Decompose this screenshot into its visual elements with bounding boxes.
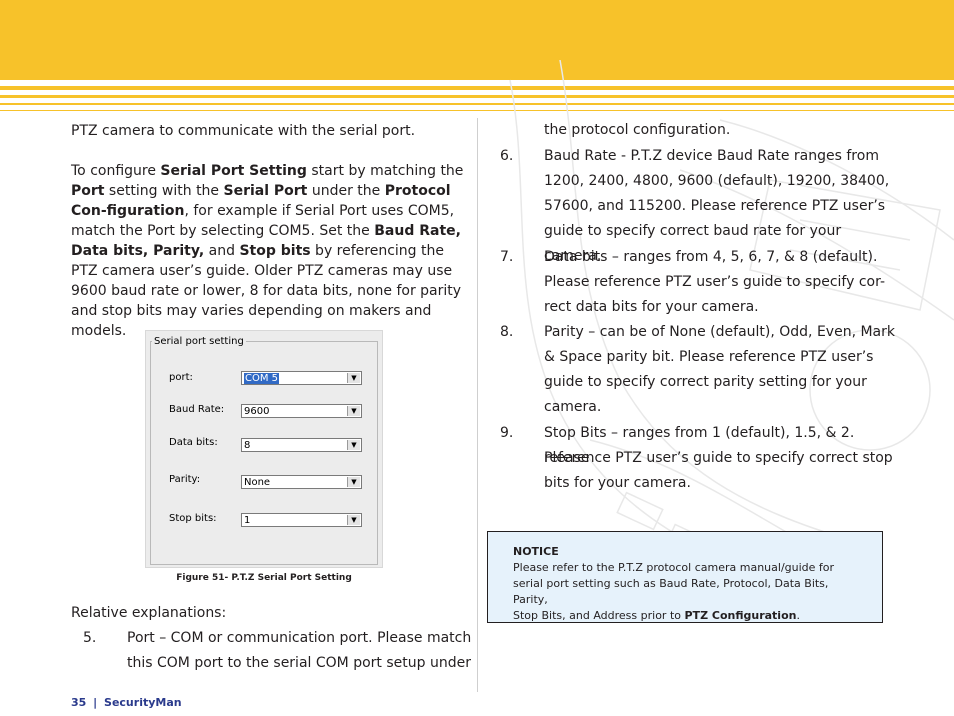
- baud-rate-select[interactable]: 9600 ▼: [241, 404, 362, 418]
- stop-bits-select[interactable]: 1 ▼: [241, 513, 362, 527]
- list-number: 6.: [500, 148, 514, 164]
- list-item: 9. Stop Bits – ranges from 1 (default), …: [500, 421, 900, 496]
- list-text-line: Data bits – ranges from 4, 5, 6, 7, & 8 …: [544, 249, 878, 265]
- chevron-down-icon[interactable]: ▼: [347, 406, 360, 416]
- port-select[interactable]: COM 5 ▼: [241, 371, 362, 385]
- data-bits-label: Data bits:: [169, 437, 218, 448]
- parity-value: None: [244, 477, 271, 488]
- list-number: 9.: [500, 425, 514, 441]
- list-text-line: guide to specify correct parity setting …: [544, 374, 867, 390]
- chevron-down-icon[interactable]: ▼: [347, 440, 360, 450]
- list-text-line: 57600, and 115200. Please reference PTZ …: [544, 198, 886, 214]
- list-text-line: bits for your camera.: [544, 475, 691, 491]
- list-text-line: camera.: [544, 399, 602, 415]
- list-number: 5.: [83, 630, 97, 646]
- list-text-line: reference PTZ user’s guide to specify co…: [544, 450, 893, 466]
- list-text-line: Parity – can be of None (default), Odd, …: [544, 324, 895, 340]
- text-run: and: [204, 243, 240, 259]
- list-item: 7. Data bits – ranges from 4, 5, 6, 7, &…: [500, 245, 900, 320]
- notice-line: serial port setting such as Baud Rate, P…: [513, 577, 829, 606]
- text-run: start by matching the: [306, 163, 464, 179]
- list-text-line: Port – COM or communication port. Please…: [127, 630, 472, 646]
- continuation-text: the protocol configuration.: [544, 122, 731, 138]
- stop-bits-label: Stop bits:: [169, 513, 217, 524]
- bold-run: Serial Port: [223, 183, 308, 199]
- text-run: .: [796, 609, 800, 622]
- bold-run: Stop bits: [239, 243, 311, 259]
- data-bits-value: 8: [244, 440, 251, 451]
- port-label: port:: [169, 372, 193, 383]
- list-text-line: Baud Rate - P.T.Z device Baud Rate range…: [544, 148, 879, 164]
- list-number: 7.: [500, 249, 514, 265]
- chevron-down-icon[interactable]: ▼: [347, 477, 360, 487]
- intro-paragraph: PTZ camera to communicate with the seria…: [71, 123, 416, 139]
- text-run: To configure: [71, 163, 161, 179]
- groupbox-title: Serial port setting: [152, 336, 246, 347]
- list-text-line: Please reference PTZ user’s guide to spe…: [544, 274, 886, 290]
- notice-title: NOTICE: [513, 545, 559, 558]
- serial-port-setting-figure: Serial port setting port: COM 5 ▼ Baud R…: [145, 330, 383, 568]
- page-footer: 35 | SecurityMan: [71, 696, 182, 709]
- bold-run: Port: [71, 183, 105, 199]
- text-run: under the: [307, 183, 385, 199]
- bold-run: PTZ Configuration: [684, 609, 797, 622]
- parity-select[interactable]: None ▼: [241, 475, 362, 489]
- parity-label: Parity:: [169, 474, 201, 485]
- config-paragraph: To configure Serial Port Setting start b…: [71, 161, 466, 341]
- page-number: 35: [71, 696, 87, 709]
- chevron-down-icon[interactable]: ▼: [347, 373, 360, 383]
- notice-box: NOTICE Please refer to the P.T.Z protoco…: [487, 531, 883, 623]
- data-bits-select[interactable]: 8 ▼: [241, 438, 362, 452]
- relative-explanations-heading: Relative explanations:: [71, 605, 227, 621]
- notice-line: Please refer to the P.T.Z protocol camer…: [513, 561, 835, 574]
- stop-bits-value: 1: [244, 515, 251, 526]
- text-run: Stop Bits, and Address prior to: [513, 609, 685, 622]
- list-text-line: 1200, 2400, 4800, 9600 (default), 19200,…: [544, 173, 890, 189]
- list-text-line: this COM port to the serial COM port set…: [127, 655, 471, 671]
- footer-separator: |: [93, 696, 98, 709]
- figure-caption: Figure 51- P.T.Z Serial Port Setting: [176, 573, 352, 583]
- baud-rate-label: Baud Rate:: [169, 404, 225, 415]
- left-column: PTZ camera to communicate with the seria…: [71, 121, 466, 341]
- baud-rate-value: 9600: [244, 406, 270, 417]
- list-text-line: & Space parity bit. Please reference PTZ…: [544, 349, 874, 365]
- list-text-line: rect data bits for your camera.: [544, 299, 759, 315]
- notice-line: Stop Bits, and Address prior to PTZ Conf…: [513, 608, 862, 624]
- list-number: 8.: [500, 324, 514, 340]
- list-item: 6. Baud Rate - P.T.Z device Baud Rate ra…: [500, 144, 900, 264]
- bold-run: Serial Port Setting: [160, 163, 307, 179]
- brand-name: SecurityMan: [104, 696, 182, 709]
- list-item: 5. Port – COM or communication port. Ple…: [83, 626, 473, 676]
- list-item: 8. Parity – can be of None (default), Od…: [500, 320, 900, 420]
- text-run: setting with the: [104, 183, 224, 199]
- chevron-down-icon[interactable]: ▼: [347, 515, 360, 525]
- column-divider: [477, 118, 478, 692]
- port-value: COM 5: [244, 373, 280, 384]
